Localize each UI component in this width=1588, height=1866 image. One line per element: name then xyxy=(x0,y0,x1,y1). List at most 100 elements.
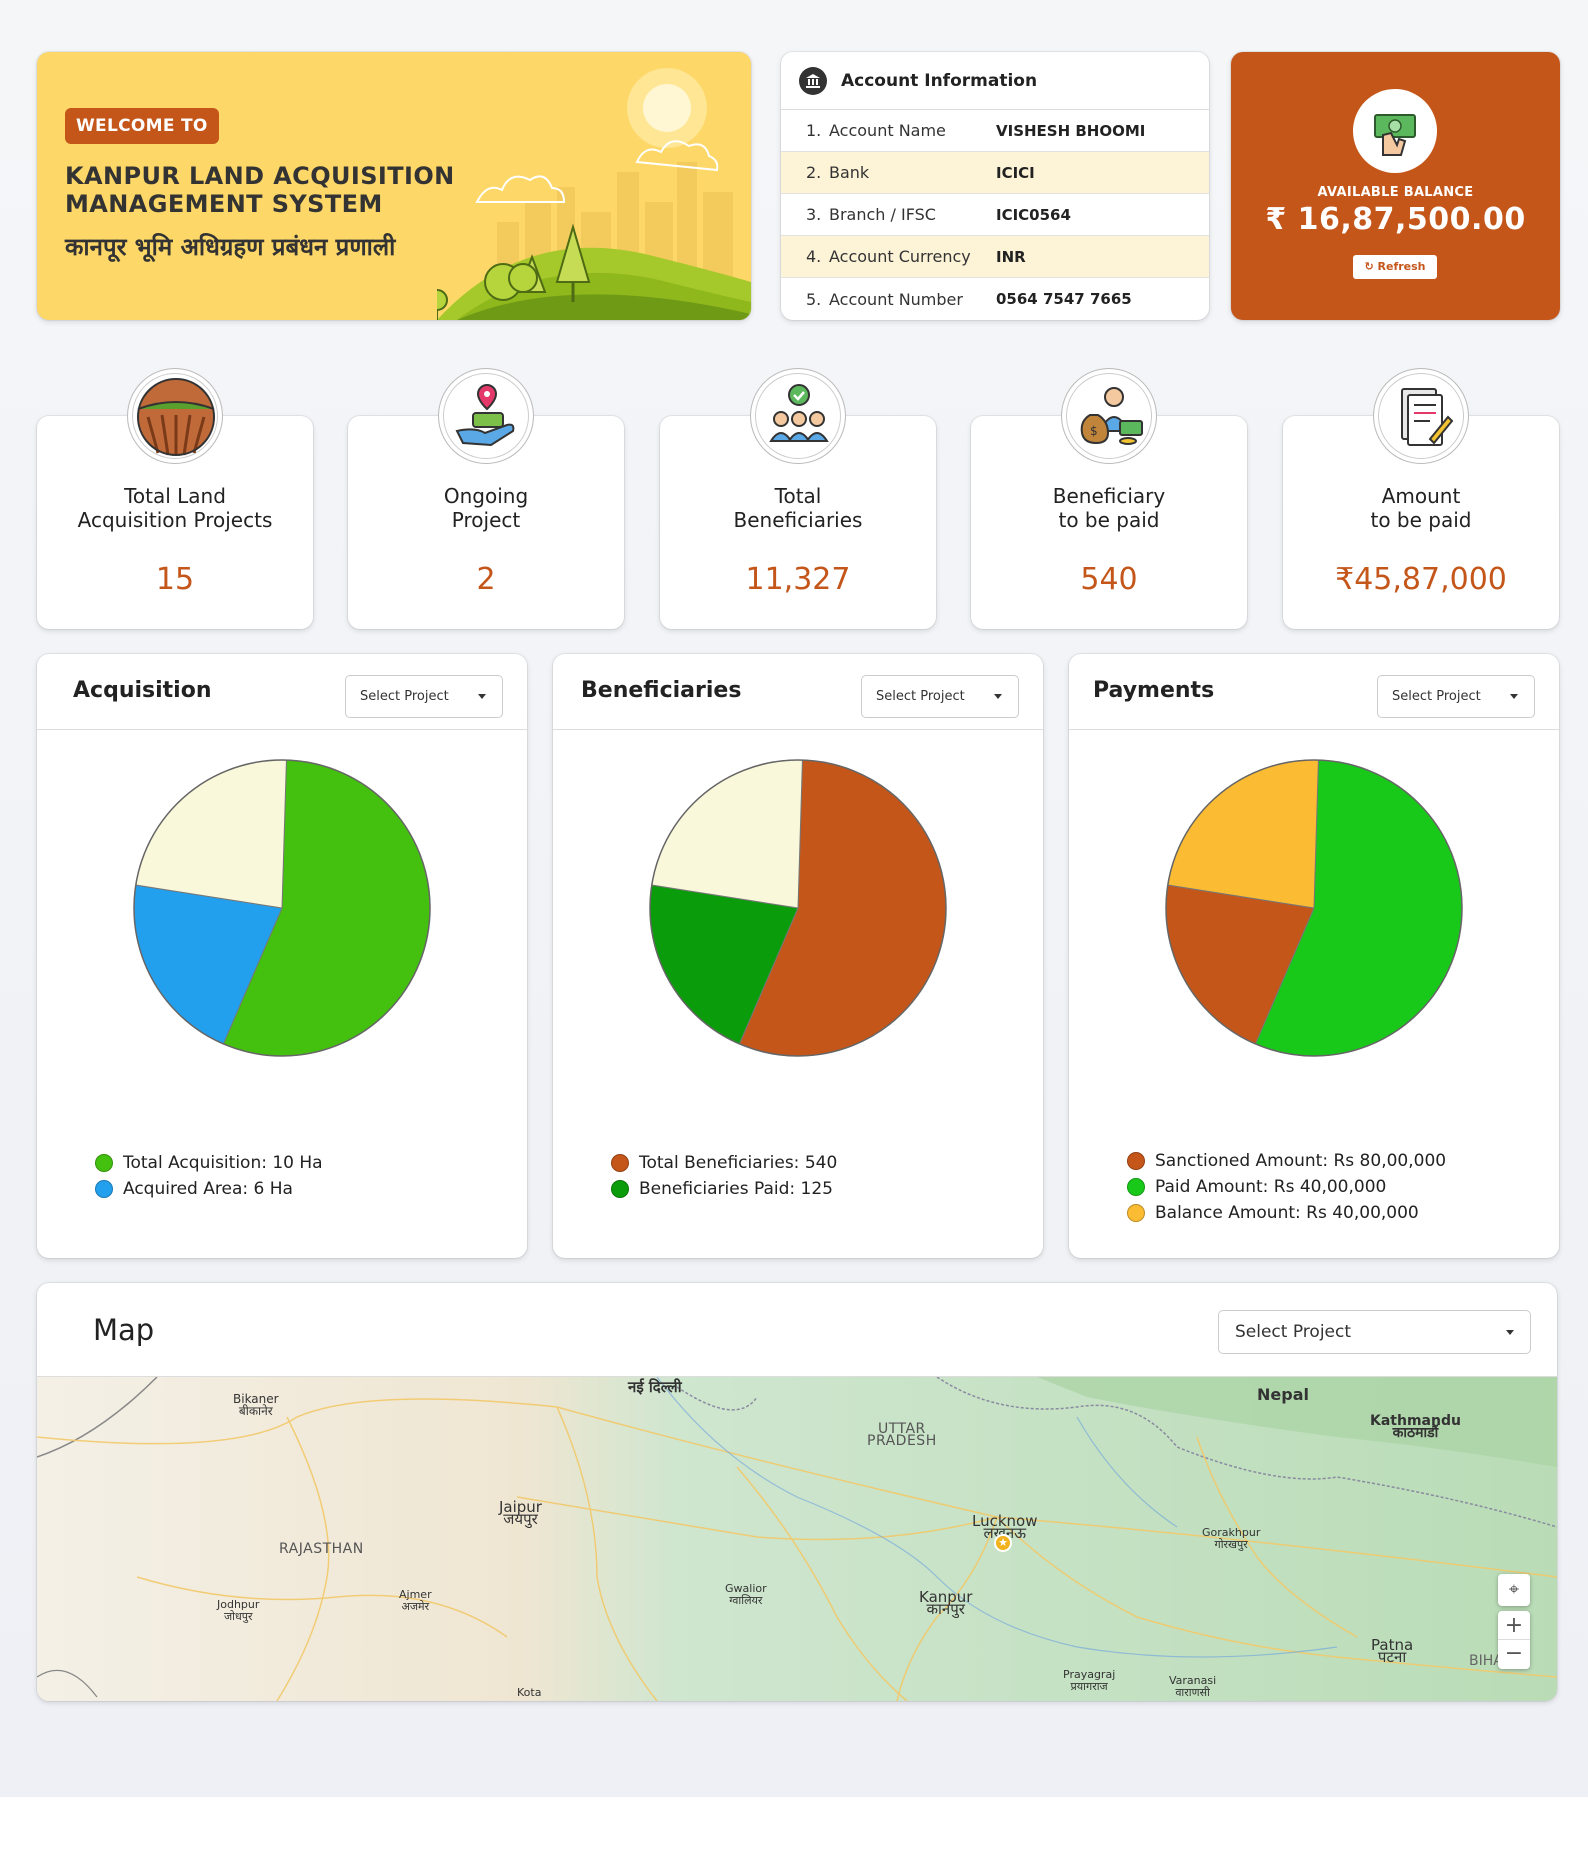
row-label: Account Currency xyxy=(829,247,971,266)
account-info-card: Account Information 1. Account Name VISH… xyxy=(781,52,1209,320)
stat-label-line2: to be paid xyxy=(1370,508,1472,532)
country-name: Nepal xyxy=(1257,1385,1309,1404)
account-row: 5. Account Number 0564 7547 7665 xyxy=(781,278,1209,320)
stat-label-line1: Amount xyxy=(1381,484,1461,508)
map-place-label: Patna पटना xyxy=(1371,1638,1413,1665)
stat-value: 540 xyxy=(1080,562,1138,597)
money-bag-person-icon: $ xyxy=(1061,368,1157,464)
zoom-in-button[interactable]: + xyxy=(1498,1611,1530,1640)
account-row: 3. Branch / IFSC ICIC0564 xyxy=(781,194,1209,236)
map-place-label: Kathmandu काठमाडौं xyxy=(1370,1414,1461,1440)
map-place-label: Gorakhpur गोरखपुर xyxy=(1202,1527,1260,1551)
pie-slice[interactable] xyxy=(1167,759,1319,909)
place-name-hindi: जयपुर xyxy=(503,1510,538,1528)
farmland-icon xyxy=(127,368,223,464)
app-title: KANPUR LAND ACQUISITION MANAGEMENT SYSTE… xyxy=(65,162,455,218)
map-place-label: Gwalior ग्वालियर xyxy=(725,1583,767,1607)
acquisition-panel: Acquisition Select Project Total Acquisi… xyxy=(37,654,527,1258)
panel-header: Payments Select Project xyxy=(1069,654,1559,730)
legend-item: Beneficiaries Paid: 125 xyxy=(611,1176,837,1202)
place-name-hindi: ग्वालियर xyxy=(729,1594,763,1607)
map-place-label: Kanpur कानपुर xyxy=(919,1590,972,1617)
place-name-hindi: वाराणसी xyxy=(1175,1686,1210,1699)
stat-value: ₹45,87,000 xyxy=(1335,562,1507,597)
row-label: Account Name xyxy=(829,121,946,140)
map-canvas[interactable]: Bikaner बीकानेर नई दिल्ली UTTAR PRADESH Ne… xyxy=(37,1376,1557,1701)
row-value: VISHESH BHOOMI xyxy=(996,121,1146,140)
document-sign-icon xyxy=(1373,368,1469,464)
legend-item: Paid Amount: Rs 40,00,000 xyxy=(1127,1174,1446,1200)
map-place-label: Ajmer अजमेर xyxy=(399,1589,432,1613)
legend-dot xyxy=(611,1180,629,1198)
project-select[interactable]: Select Project xyxy=(345,675,503,718)
map-place-label: Jodhpur जोधपुर xyxy=(217,1599,259,1623)
panel-title: Beneficiaries xyxy=(581,678,742,703)
stat-label: Beneficiary to be paid xyxy=(971,484,1247,532)
panel-title: Payments xyxy=(1093,678,1215,703)
select-value: Select Project xyxy=(1392,689,1481,704)
stat-value: 15 xyxy=(155,562,195,597)
legend-item: Total Beneficiaries: 540 xyxy=(611,1150,837,1176)
select-value: Select Project xyxy=(1235,1322,1352,1342)
map-project-select[interactable]: Select Project xyxy=(1218,1310,1531,1354)
stat-label: Total Land Acquisition Projects xyxy=(37,484,313,532)
legend-label: Acquired Area: 6 Ha xyxy=(123,1179,293,1199)
welcome-banner: WELCOME TO KANPUR LAND ACQUISITION MANAG… xyxy=(37,52,751,320)
account-info-title: Account Information xyxy=(841,70,1038,91)
panel-header: Acquisition Select Project xyxy=(37,654,527,730)
zoom-out-button[interactable]: − xyxy=(1498,1640,1530,1669)
stat-label-line2: to be paid xyxy=(1058,508,1160,532)
legend-item: Balance Amount: Rs 40,00,000 xyxy=(1127,1200,1446,1226)
stat-card-beneficiary-to-pay[interactable]: $ Beneficiary to be paid 540 xyxy=(971,368,1247,629)
row-label: Account Number xyxy=(829,289,963,309)
bank-icon xyxy=(799,66,827,95)
legend-dot xyxy=(95,1154,113,1172)
land-in-hand-icon xyxy=(438,368,534,464)
stat-card-total-projects[interactable]: Total Land Acquisition Projects 15 xyxy=(37,368,313,629)
stat-card-ongoing[interactable]: Ongoing Project 2 xyxy=(348,368,624,629)
map-title: Map xyxy=(93,1313,155,1347)
row-label: Bank xyxy=(829,163,870,182)
pie-slice[interactable] xyxy=(135,759,287,909)
account-info-header: Account Information xyxy=(781,52,1209,110)
stat-label-line2: Acquisition Projects xyxy=(77,508,273,532)
stat-card-beneficiaries[interactable]: Total Beneficiaries 11,327 xyxy=(660,368,936,629)
app-title-hindi: कानपूर भूमि अधिग्रहण प्रबंधन प्रणाली xyxy=(65,233,396,261)
map-place-label: Bikaner बीकानेर xyxy=(233,1393,279,1417)
refresh-label: Refresh xyxy=(1377,260,1426,273)
caret-down-icon xyxy=(1510,694,1518,699)
map-card: Map Select Project Bikaner बीकानेर नई दि… xyxy=(37,1283,1557,1701)
stat-card-amount-to-pay[interactable]: Amount to be paid ₹45,87,000 xyxy=(1283,368,1559,629)
project-select[interactable]: Select Project xyxy=(861,675,1019,718)
legend-dot xyxy=(611,1154,629,1172)
pie-slice[interactable] xyxy=(651,759,803,909)
locate-me-button[interactable]: ⌖ xyxy=(1498,1574,1530,1606)
legend-dot xyxy=(95,1180,113,1198)
stat-label-line1: Total xyxy=(774,484,822,508)
row-number: 1. xyxy=(806,121,822,140)
row-value: 0564 7547 7665 xyxy=(996,290,1132,308)
legend-label: Total Beneficiaries: 540 xyxy=(639,1153,838,1173)
legend-label: Beneficiaries Paid: 125 xyxy=(639,1179,833,1199)
place-name-hindi: जोधपुर xyxy=(223,1610,253,1623)
legend-item: Acquired Area: 6 Ha xyxy=(95,1176,323,1202)
acquisition-pie-chart xyxy=(133,759,431,1057)
row-value: ICICI xyxy=(996,163,1035,182)
stat-label-line1: Beneficiary xyxy=(1052,484,1166,508)
map-tiles xyxy=(37,1376,1557,1701)
chart-legend: Total Acquisition: 10 Ha Acquired Area: … xyxy=(95,1150,323,1202)
place-name-hindi: अजमेर xyxy=(401,1600,430,1613)
refresh-button[interactable]: ↻ Refresh xyxy=(1353,255,1437,279)
map-place-label: Varanasi वाराणसी xyxy=(1169,1675,1216,1699)
row-number: 5. xyxy=(806,289,822,309)
project-select[interactable]: Select Project xyxy=(1377,675,1535,718)
star-marker-icon[interactable]: ★ xyxy=(994,1534,1012,1552)
row-number: 2. xyxy=(806,163,822,182)
map-country-label: Nepal xyxy=(1257,1385,1309,1404)
account-row: 2. Bank ICICI xyxy=(781,152,1209,194)
stat-label-line1: Total Land xyxy=(124,484,226,508)
map-header: Map Select Project xyxy=(37,1283,1557,1377)
beneficiaries-panel: Beneficiaries Select Project Total Benef… xyxy=(553,654,1043,1258)
legend-dot xyxy=(1127,1152,1145,1170)
map-place-label: Prayagraj प्रयागराज xyxy=(1063,1669,1115,1693)
